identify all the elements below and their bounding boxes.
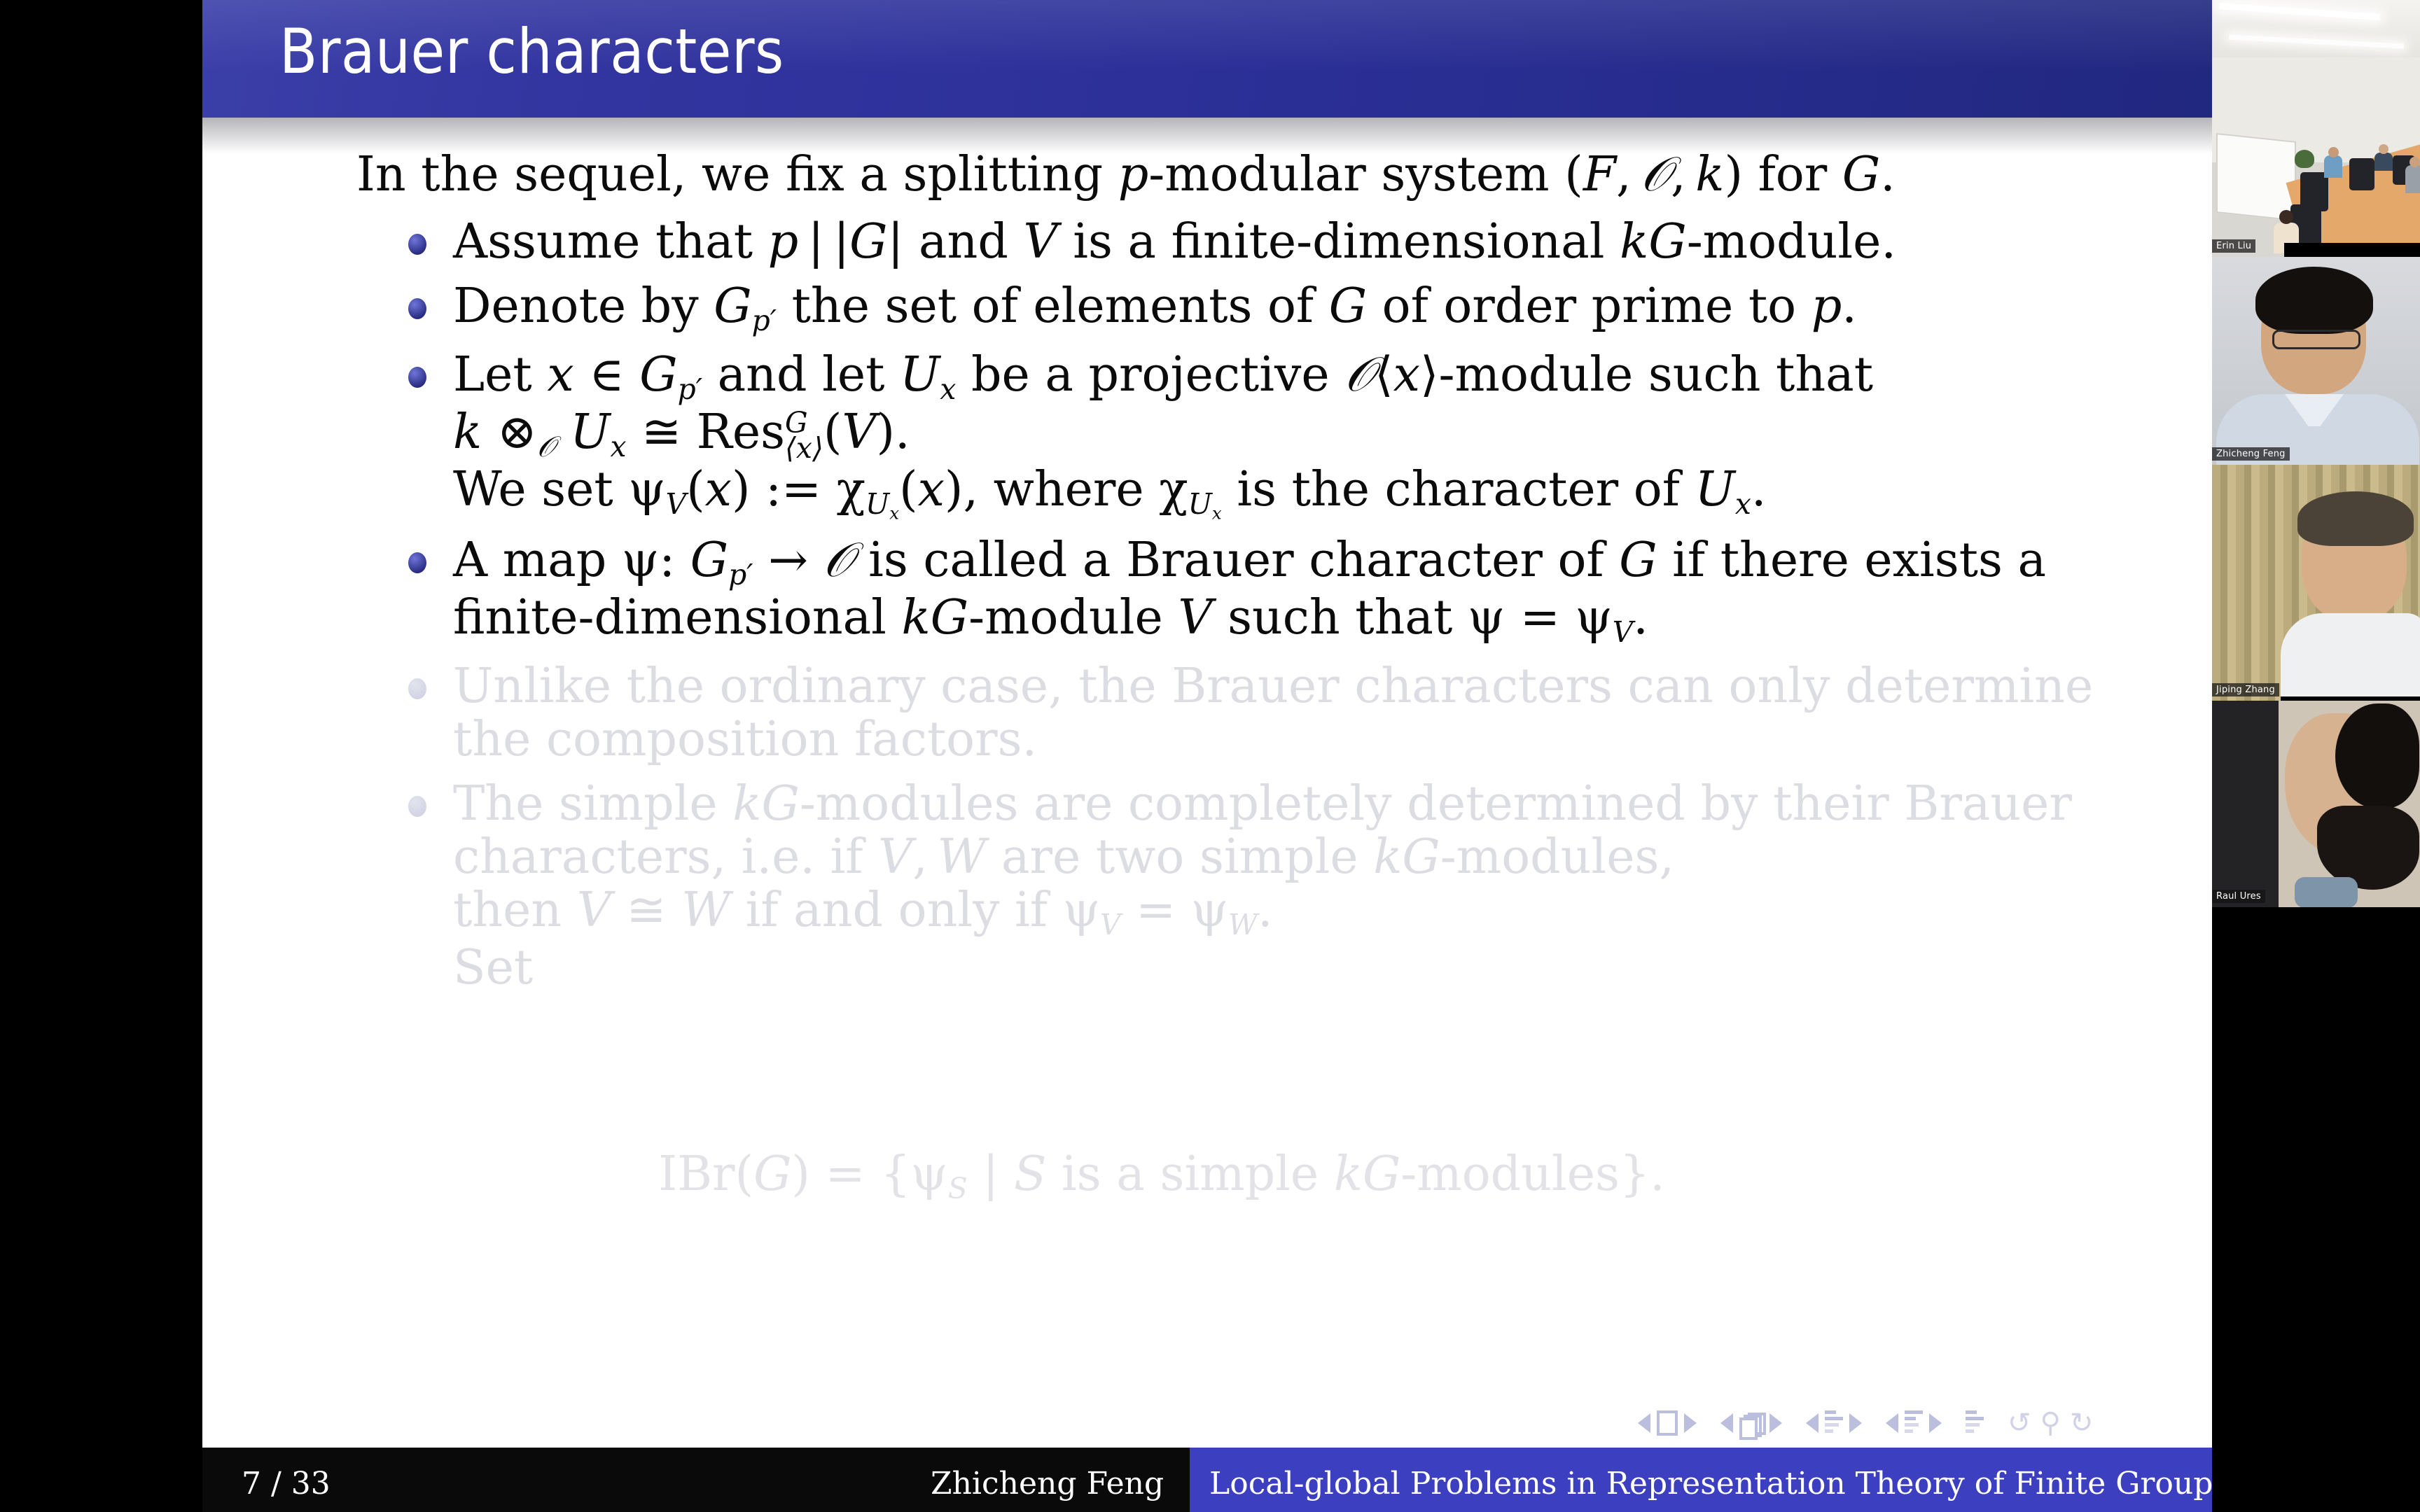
- footer-page-number: 7 / 33: [242, 1466, 331, 1502]
- bullet-dot-icon: [408, 298, 426, 320]
- participant-name-label: Jiping Zhang: [2212, 683, 2279, 696]
- prev-subsection-icon[interactable]: [1806, 1413, 1819, 1433]
- beamer-navigation-symbols[interactable]: ↺ ⚲ ↻: [1638, 1404, 2170, 1442]
- back-icon[interactable]: ↺: [2008, 1409, 2031, 1437]
- footer-talk-title: Local-global Problems in Representation …: [1209, 1466, 2229, 1502]
- person-hair: [2297, 491, 2414, 546]
- tile-letterbox: [2284, 243, 2420, 257]
- next-section-icon[interactable]: [1929, 1413, 1942, 1433]
- nav-group-subsection[interactable]: [1806, 1410, 1862, 1436]
- bullet-dot-icon: [408, 678, 426, 699]
- person-seated: [2405, 165, 2420, 193]
- bullet-dot-icon: [408, 796, 426, 818]
- video-tile-erin-liu[interactable]: Erin Liu: [2212, 0, 2420, 257]
- search-icon[interactable]: ⚲: [2040, 1409, 2061, 1437]
- nav-group-doc[interactable]: [1966, 1410, 1984, 1436]
- bullet-assume-p-divides: Assume that p | |G| and V is a finite-di…: [377, 215, 2128, 269]
- person-head: [2328, 147, 2339, 158]
- nav-group-slide[interactable]: [1638, 1410, 1697, 1436]
- tile-dark-band: [2212, 701, 2279, 907]
- page-title: Brauer characters: [279, 15, 784, 88]
- person-seated: [2374, 153, 2393, 171]
- prev-frame-icon[interactable]: [1720, 1413, 1733, 1433]
- bullet-dot-icon: [408, 234, 426, 255]
- bullet-unlike-ordinary-case: Unlike the ordinary case, the Brauer cha…: [377, 659, 2128, 766]
- nav-group-section[interactable]: [1886, 1410, 1942, 1436]
- person-seated: [2324, 155, 2342, 178]
- next-subsection-icon[interactable]: [1849, 1413, 1862, 1433]
- section-icon[interactable]: [1905, 1410, 1923, 1436]
- person-shirt: [2281, 613, 2420, 701]
- participant-name-label: Erin Liu: [2212, 239, 2256, 253]
- eyeglasses: [2272, 330, 2360, 349]
- whiteboard: [2216, 133, 2296, 221]
- chair: [2349, 158, 2374, 190]
- frames-icon[interactable]: [1739, 1413, 1766, 1440]
- person-head: [2279, 210, 2293, 224]
- slide-inner: Brauer characters In the sequel, we fix …: [202, 0, 2212, 1512]
- subsection-icon[interactable]: [1825, 1410, 1843, 1436]
- doc-icon[interactable]: [1966, 1410, 1984, 1436]
- video-tile-raul-ures[interactable]: Raul Ures: [2212, 701, 2420, 907]
- participant-name-label: Zhicheng Feng: [2212, 447, 2290, 461]
- bullet-dot-icon: [408, 552, 426, 573]
- person-head: [2379, 144, 2388, 154]
- forward-icon[interactable]: ↻: [2070, 1409, 2094, 1437]
- next-frame-icon[interactable]: [1769, 1413, 1782, 1433]
- bullet-list: Assume that p | |G| and V is a finite-di…: [377, 215, 2128, 1006]
- person-hair: [2335, 704, 2419, 808]
- footer-author: Zhicheng Feng: [931, 1466, 1164, 1502]
- video-tile-jiping-zhang[interactable]: Jiping Zhang: [2212, 465, 2420, 701]
- video-participant-strip: Erin Liu Zhicheng Feng Jiping Zhang Raul…: [2212, 0, 2420, 1512]
- lead-sentence: In the sequel, we fix a splitting p-modu…: [356, 147, 1896, 202]
- slide-footer: 7 / 33 Zhicheng Feng Local-global Proble…: [202, 1448, 2229, 1512]
- nav-group-frame[interactable]: [1720, 1413, 1782, 1440]
- presentation-screen: Brauer characters In the sequel, we fix …: [0, 0, 2420, 1512]
- bullet-let-x-in-gp-prime: Let x ∈ Gp′ and let Ux be a projective 𝒪…: [377, 348, 2128, 523]
- plant: [2295, 150, 2314, 168]
- bullet-brauer-character-definition: A map ψ: Gp′ → 𝒪 is called a Brauer char…: [377, 533, 2128, 649]
- prev-section-icon[interactable]: [1886, 1413, 1898, 1433]
- next-slide-icon[interactable]: [1684, 1413, 1697, 1433]
- person-hair: [2255, 267, 2373, 334]
- slide-icon[interactable]: [1657, 1410, 1678, 1436]
- slide-body: In the sequel, we fix a splitting p-modu…: [202, 118, 2212, 1442]
- person-head: [2409, 157, 2420, 167]
- prev-slide-icon[interactable]: [1638, 1413, 1650, 1433]
- nav-group-history[interactable]: ↺ ⚲ ↻: [2008, 1409, 2096, 1437]
- bullet-simple-modules-determined: The simple kG-modules are completely det…: [377, 777, 2128, 995]
- bullet-denote-gp-prime: Denote by Gp′ the set of elements of G o…: [377, 280, 2128, 337]
- display-equation: IBr(G) = {ψS | S is a simple kG-modules}…: [658, 1147, 1665, 1206]
- person-shirt: [2295, 877, 2358, 907]
- participant-name-label: Raul Ures: [2212, 890, 2265, 903]
- video-tile-zhicheng-feng[interactable]: Zhicheng Feng: [2212, 257, 2420, 465]
- bullet-dot-icon: [408, 367, 426, 388]
- slide-canvas: Brauer characters In the sequel, we fix …: [202, 0, 2212, 1512]
- slide-title-bar: Brauer characters: [202, 0, 2212, 118]
